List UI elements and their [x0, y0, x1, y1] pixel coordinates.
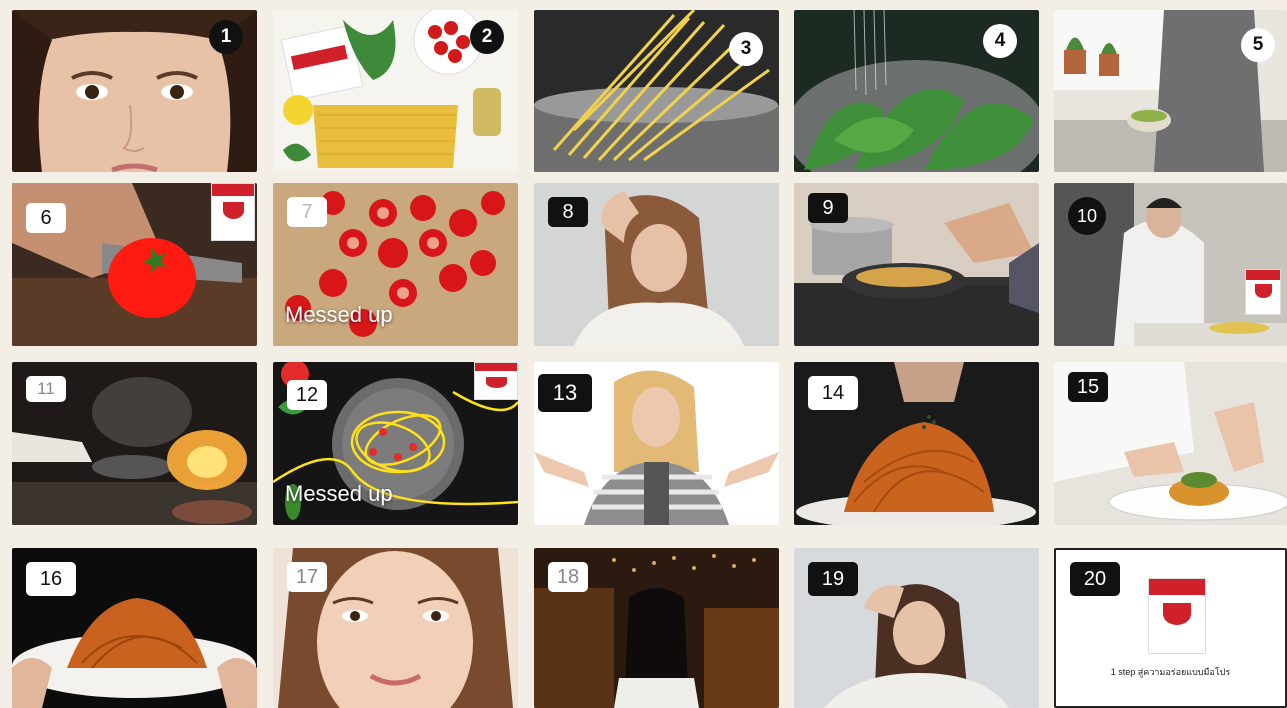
- messed-up-note: Messed up: [285, 302, 393, 327]
- tile-number-badge: 11: [26, 376, 66, 402]
- tile-18-restaurant[interactable]: 18: [534, 548, 779, 708]
- tile-5-kitchen[interactable]: 5: [1054, 10, 1287, 172]
- tile-4-greens[interactable]: 4: [794, 10, 1039, 172]
- tile-17-smiling-woman[interactable]: 17: [273, 548, 518, 708]
- tile-number-badge: 2: [470, 20, 504, 54]
- tile-9-pan-cooking[interactable]: 9: [794, 183, 1039, 346]
- tile-number-badge: 6: [26, 203, 66, 233]
- tile-14-plated-pasta[interactable]: 14: [794, 362, 1039, 525]
- tile-number-badge: 12: [287, 380, 327, 410]
- tile-2-ingredients[interactable]: 2: [273, 10, 518, 172]
- tile-19-worried-woman[interactable]: 19: [794, 548, 1039, 708]
- tile-13-shrug-woman[interactable]: 13: [534, 362, 779, 525]
- tile-number-badge: 9: [808, 193, 848, 223]
- tile-16-held-pasta[interactable]: 16: [12, 548, 257, 708]
- tile-number-badge: 19: [808, 562, 858, 596]
- seasoning-pack-image: [1245, 269, 1281, 315]
- tile-number-badge: 1: [209, 20, 243, 54]
- tile-3-spaghetti-pot[interactable]: 3: [534, 10, 779, 172]
- tile-1-face[interactable]: 1: [12, 10, 257, 172]
- tile-12-spaghetti-plate[interactable]: 12 Messed up: [273, 362, 518, 525]
- seasoning-pack-image: [474, 362, 518, 400]
- tile-number-badge: 17: [287, 562, 327, 592]
- tile-10-chef[interactable]: 10: [1054, 183, 1287, 346]
- tile-number-badge: 14: [808, 376, 858, 410]
- tile-8-headache-woman[interactable]: 8: [534, 183, 779, 346]
- tile-7-tomatoes[interactable]: 7 Messed up: [273, 183, 518, 346]
- tile-20-product-card[interactable]: 20 1 step สู่ความอร่อยแบบมือโปร: [1054, 548, 1287, 708]
- tile-number-badge: 10: [1068, 197, 1106, 235]
- tile-15-chef-plating[interactable]: 15: [1054, 362, 1287, 525]
- tile-11-stove-fire[interactable]: 11: [12, 362, 257, 525]
- seasoning-pack-image: [1148, 578, 1206, 654]
- tile-number-badge: 13: [538, 374, 592, 412]
- tile-number-badge: 3: [729, 32, 763, 66]
- seasoning-pack-image: [211, 183, 255, 241]
- tile-number-badge: 4: [983, 24, 1017, 58]
- tile-number-badge: 5: [1241, 28, 1275, 62]
- tile-number-badge: 18: [548, 562, 588, 592]
- tile-number-badge: 7: [287, 197, 327, 227]
- tile-number-badge: 8: [548, 197, 588, 227]
- product-caption: 1 step สู่ความอร่อยแบบมือโปร: [1110, 667, 1231, 677]
- tile-number-badge: 16: [26, 562, 76, 596]
- tile-number-badge: 15: [1068, 372, 1108, 402]
- messed-up-note: Messed up: [285, 481, 393, 506]
- tile-number-badge: 20: [1070, 562, 1120, 596]
- tile-6-cut-tomato[interactable]: 6: [12, 183, 257, 346]
